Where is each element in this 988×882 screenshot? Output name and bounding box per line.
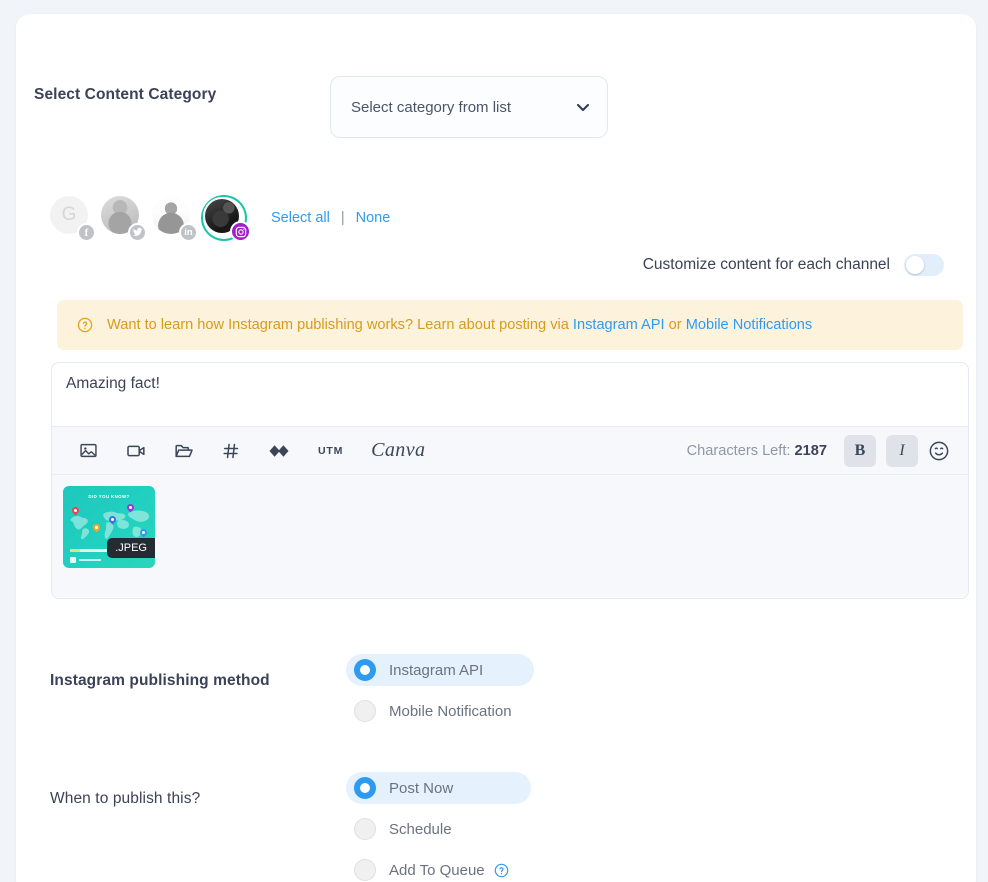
content-category-label: Select Content Category	[34, 86, 217, 103]
facebook-icon: f	[77, 223, 96, 242]
customize-content-toggle[interactable]	[904, 254, 944, 276]
content-category-select[interactable]: Select category from list	[330, 76, 608, 138]
radio-indicator	[354, 659, 376, 681]
characters-left: Characters Left: 2187	[687, 443, 827, 459]
linkedin-icon: in	[179, 223, 198, 242]
post-text-input[interactable]: Amazing fact!	[52, 363, 968, 426]
toggle-knob	[906, 256, 924, 274]
account-avatar-instagram[interactable]	[203, 197, 251, 242]
map-pin	[70, 505, 81, 517]
banner-text-between: or	[664, 317, 686, 333]
radio-add-to-queue[interactable]: Add To Queue	[346, 854, 531, 882]
account-avatar-linkedin[interactable]: in	[152, 196, 198, 242]
file-type-badge: .JPEG	[107, 538, 155, 558]
instagram-publishing-method-label: Instagram publishing method	[50, 672, 270, 689]
attachment-area: DID YOU KNOW? .JPEG	[52, 475, 968, 597]
radio-mobile-notification[interactable]: Mobile Notification	[346, 695, 534, 727]
banner-text: Want to learn how Instagram publishing w…	[107, 317, 812, 333]
hashtag-icon[interactable]	[222, 442, 240, 460]
instagram-info-banner: Want to learn how Instagram publishing w…	[57, 300, 963, 350]
account-selector: G f in Select all | None	[50, 196, 390, 242]
attachment-title: DID YOU KNOW?	[88, 494, 130, 499]
chevron-down-icon	[575, 99, 591, 115]
question-circle-icon	[77, 317, 93, 333]
attachment-thumbnail[interactable]: DID YOU KNOW? .JPEG	[63, 486, 155, 568]
emoji-smiley-icon[interactable]	[928, 440, 950, 462]
link-shortener-icon[interactable]	[268, 444, 290, 458]
radio-indicator	[354, 700, 376, 722]
account-avatar-facebook[interactable]: G f	[50, 196, 96, 242]
select-none-link[interactable]: None	[356, 210, 391, 226]
content-category-value: Select category from list	[351, 98, 512, 116]
radio-indicator	[354, 777, 376, 799]
select-all-link[interactable]: Select all	[271, 210, 330, 226]
radio-label: Schedule	[389, 820, 452, 838]
when-to-publish-label: When to publish this?	[50, 790, 201, 807]
map-pin	[91, 522, 102, 534]
instagram-api-link[interactable]: Instagram API	[573, 317, 665, 333]
radio-label: Mobile Notification	[389, 702, 512, 720]
account-avatar-twitter[interactable]	[101, 196, 147, 242]
video-icon[interactable]	[126, 441, 146, 461]
banner-text-before: Want to learn how Instagram publishing w…	[107, 317, 573, 333]
italic-button[interactable]: I	[886, 434, 918, 467]
radio-label: Instagram API	[389, 661, 484, 679]
content-category-row: Select Content Category Select category …	[34, 76, 958, 138]
attachment-logo	[70, 557, 101, 563]
map-pin	[125, 502, 136, 514]
characters-left-label: Characters Left:	[686, 442, 791, 459]
link-separator: |	[340, 210, 345, 226]
radio-schedule[interactable]: Schedule	[346, 813, 531, 845]
canva-icon[interactable]: Canva	[371, 439, 425, 462]
mobile-notifications-link[interactable]: Mobile Notifications	[686, 317, 813, 333]
radio-post-now[interactable]: Post Now	[346, 772, 531, 804]
radio-label: Add To Queue	[389, 861, 485, 879]
image-icon[interactable]	[79, 441, 98, 460]
radio-indicator	[354, 818, 376, 840]
radio-instagram-api[interactable]: Instagram API	[346, 654, 534, 686]
question-circle-icon[interactable]	[494, 863, 509, 878]
editor-toolbar: UTM Canva Characters Left: 2187 B I	[52, 426, 968, 475]
radio-indicator	[354, 859, 376, 881]
utm-icon[interactable]: UTM	[318, 445, 343, 457]
twitter-icon	[128, 223, 147, 242]
account-select-links: Select all | None	[271, 210, 390, 226]
post-editor: Amazing fact! UTM Canva Characters Left:…	[51, 362, 969, 599]
map-pin	[107, 514, 118, 526]
composer-page: Select Content Category Select category …	[0, 0, 988, 882]
bold-button[interactable]: B	[844, 434, 876, 467]
folder-icon[interactable]	[174, 441, 194, 461]
customize-content-row: Customize content for each channel	[643, 254, 944, 276]
instagram-icon	[230, 221, 251, 242]
publishing-method-options: Instagram API Mobile Notification	[346, 654, 534, 736]
composer-card: Select Content Category Select category …	[16, 14, 976, 882]
when-to-publish-options: Post Now Schedule Add To Queue	[346, 772, 531, 882]
customize-content-label: Customize content for each channel	[642, 256, 890, 273]
radio-label: Post Now	[389, 779, 454, 797]
characters-left-value: 2187	[794, 442, 827, 459]
